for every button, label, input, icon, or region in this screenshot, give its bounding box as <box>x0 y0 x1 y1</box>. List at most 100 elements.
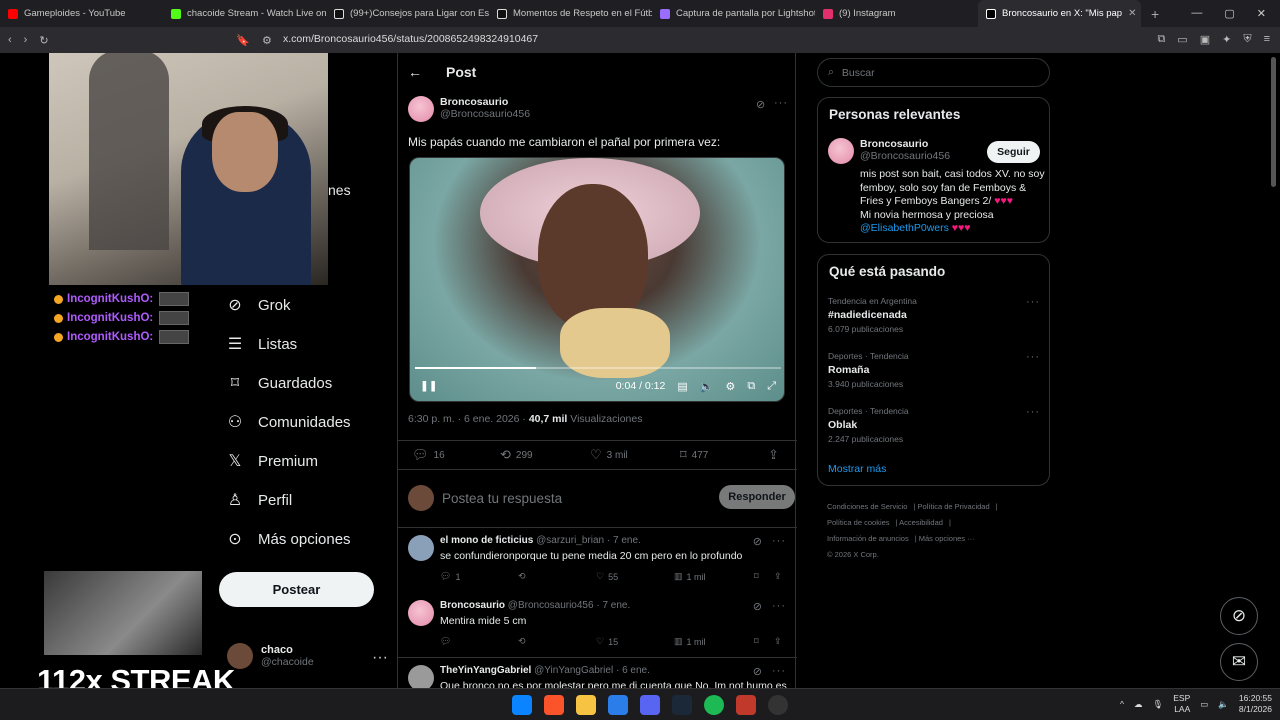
reply-input[interactable]: Postea tu respuesta <box>442 491 562 506</box>
menu-icon[interactable]: ≡ <box>1264 33 1270 46</box>
avatar[interactable] <box>408 96 434 122</box>
leo-icon[interactable]: ✦ <box>1222 33 1231 46</box>
app-icon[interactable] <box>736 695 756 715</box>
like-action[interactable]: ♡ 15 <box>596 636 618 647</box>
nav-item-grok[interactable]: ⊘ Grok <box>226 296 290 315</box>
reply-author-name[interactable]: TheYinYangGabriel <box>440 665 531 676</box>
footer-link[interactable]: Más opciones ··· <box>919 534 975 543</box>
video-player[interactable]: ❚❚ 0:04 / 0:12 ▤ 🔈 ⚙ ⧉ ⤢ <box>409 157 785 402</box>
edge-icon[interactable] <box>608 695 628 715</box>
grok-icon[interactable]: ⊘ <box>753 535 762 548</box>
show-more-link[interactable]: Mostrar más <box>828 463 886 475</box>
mention-link[interactable]: @ElisabethP0wers <box>860 222 949 234</box>
reply-action[interactable]: 💬︎ <box>440 636 451 647</box>
post-button[interactable]: Postear <box>219 572 374 607</box>
nav-item-more[interactable]: ⊙ Más opciones <box>226 530 350 549</box>
more-dots-icon[interactable]: ··· <box>772 665 786 678</box>
user-name[interactable]: Broncosaurio <box>860 138 950 150</box>
browser-tab[interactable]: (9) Instagram <box>815 0 978 27</box>
volume-icon[interactable]: 🔈 <box>700 380 714 393</box>
maximize-icon[interactable]: ▢ <box>1224 7 1234 20</box>
sidebar-icon[interactable]: ▭ <box>1177 33 1187 46</box>
vpn-icon[interactable]: ⛨ <box>1243 33 1251 46</box>
browser-tab[interactable]: Gameploides - YouTube <box>0 0 163 27</box>
cloud-icon[interactable]: ☁ <box>1134 699 1143 710</box>
windows-start-icon[interactable] <box>512 695 532 715</box>
folder-icon[interactable] <box>576 695 596 715</box>
discord-icon[interactable] <box>640 695 660 715</box>
footer-link[interactable]: Política de cookies <box>827 518 890 527</box>
fullscreen-icon[interactable]: ⤢ <box>767 380 776 393</box>
avatar[interactable] <box>408 535 434 561</box>
nav-item-bookmarks[interactable]: ⌑ Guardados <box>226 374 332 393</box>
repost-action[interactable]: ⟲ <box>518 571 526 582</box>
relevant-user[interactable]: Broncosaurio @Broncosaurio456 <box>828 138 950 164</box>
brave-icon[interactable] <box>544 695 564 715</box>
bookmark-page-icon[interactable]: 🔖 <box>236 34 250 47</box>
nav-item-profile[interactable]: ♙ Perfil <box>226 491 292 510</box>
grok-icon[interactable]: ⊘ <box>753 665 762 678</box>
volume-icon[interactable]: 🔈 <box>1218 699 1229 710</box>
forward-icon[interactable]: › <box>24 34 28 46</box>
pause-icon[interactable]: ❚❚ <box>420 380 438 392</box>
extensions-icon[interactable]: ⧉ <box>1157 33 1165 46</box>
share-action[interactable]: ⇪ <box>774 636 782 647</box>
browser-tab[interactable]: (99+)Consejos para Ligar con Estilo <box>326 0 489 27</box>
video-progress-bar[interactable] <box>415 367 781 369</box>
footer-link[interactable]: Política de Privacidad <box>918 502 990 511</box>
language-indicator[interactable]: ESP LAA <box>1173 693 1190 715</box>
footer-link[interactable]: Condiciones de Servicio <box>827 502 907 511</box>
nav-item-communities[interactable]: ⚇ Comunidades <box>226 413 351 432</box>
account-switcher[interactable]: chaco @chacoide ··· <box>227 643 388 669</box>
repost-action[interactable]: ⟲ 299 <box>500 447 533 463</box>
new-tab-button[interactable]: + <box>1141 6 1169 22</box>
steam-icon[interactable] <box>672 695 692 715</box>
follow-button[interactable]: Seguir <box>987 141 1040 163</box>
grok-icon[interactable]: ⊘ <box>753 600 762 613</box>
more-dots-icon[interactable]: ··· <box>772 535 786 548</box>
browser-tab[interactable]: Captura de pantalla por Lightshot <box>652 0 815 27</box>
browser-tab[interactable]: chacoide Stream - Watch Live on <box>163 0 326 27</box>
more-dots-icon[interactable]: ··· <box>774 97 788 109</box>
close-window-icon[interactable]: ✕ <box>1257 7 1266 20</box>
views-action[interactable]: ▥ 1 mil <box>674 571 706 582</box>
settings-icon[interactable]: ⚙ <box>725 380 735 393</box>
network-icon[interactable]: ▭ <box>1200 699 1208 710</box>
chevron-up-icon[interactable]: ^ <box>1120 699 1124 709</box>
reply-button[interactable]: Responder <box>719 485 795 509</box>
reload-icon[interactable]: ↻ <box>39 34 48 47</box>
grok-fab[interactable]: ⊘ <box>1220 597 1258 635</box>
avatar[interactable] <box>408 665 434 688</box>
more-dots-icon[interactable]: ··· <box>1026 406 1040 418</box>
pip-icon[interactable]: ⧉ <box>747 380 755 393</box>
avatar[interactable] <box>828 138 854 164</box>
more-dots-icon[interactable]: ··· <box>772 600 786 613</box>
post-timestamp[interactable]: 6:30 p. m. · 6 ene. 2026 · <box>408 413 526 425</box>
search-input[interactable]: ⌕ Buscar <box>817 58 1050 87</box>
repost-action[interactable]: ⟲ <box>518 636 526 647</box>
like-action[interactable]: ♡ 55 <box>596 571 618 582</box>
back-icon[interactable]: ‹ <box>8 34 12 46</box>
clock[interactable]: 16:20:55 8/1/2026 <box>1239 693 1272 715</box>
trend-item[interactable]: Tendencia en Argentina #nadiedicenada 6.… <box>828 296 1040 334</box>
spotify-icon[interactable] <box>704 695 724 715</box>
wallet-icon[interactable]: ▣ <box>1200 33 1210 46</box>
reply-author-name[interactable]: el mono de ficticius <box>440 535 533 546</box>
reply-action[interactable]: 💬︎ 16 <box>412 447 445 463</box>
like-action[interactable]: ♡ 3 mil <box>590 447 628 463</box>
bookmark-action[interactable]: ⌑ <box>754 571 759 582</box>
messages-fab[interactable]: ✉ <box>1220 643 1258 681</box>
back-arrow-icon[interactable]: ← <box>408 64 422 80</box>
views-action[interactable]: ▥ 1 mil <box>674 636 706 647</box>
footer-link[interactable]: Información de anuncios <box>827 534 909 543</box>
more-dots-icon[interactable]: ··· <box>1026 351 1040 363</box>
footer-link[interactable]: Accesibilidad <box>899 518 943 527</box>
grok-icon[interactable]: ⊘ <box>756 98 765 111</box>
nav-item-premium[interactable]: 𝕏 Premium <box>226 452 318 471</box>
share-action[interactable]: ⇪ <box>774 571 782 582</box>
bookmark-action[interactable]: ⌑ <box>754 636 759 647</box>
reply-action[interactable]: 💬︎ 1 <box>440 571 460 582</box>
trend-item[interactable]: Deportes · Tendencia Oblak 2.247 publica… <box>828 406 1040 444</box>
trend-item[interactable]: Deportes · Tendencia Romaña 3.940 public… <box>828 351 1040 389</box>
post-author[interactable]: Broncosaurio @Broncosaurio456 <box>408 96 530 122</box>
